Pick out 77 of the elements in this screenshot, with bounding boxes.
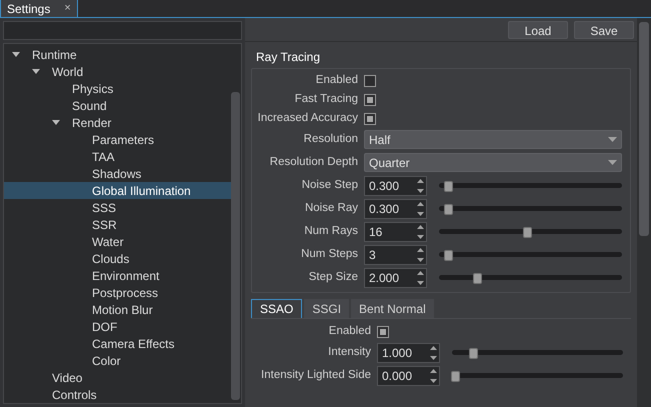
slider-handle[interactable] [473,272,482,284]
tree-item[interactable]: Render [4,114,231,131]
spin-arrows-icon[interactable] [417,202,424,216]
tree-item[interactable]: Controls [4,386,231,403]
slider-handle[interactable] [522,226,532,238]
number-input[interactable]: 0.300 [364,198,427,218]
expand-arrow-icon[interactable] [12,52,20,57]
field-label: Num Rays [303,224,358,239]
tree-item[interactable]: Parameters [4,131,231,148]
expand-arrow-icon[interactable] [32,69,40,74]
number-input[interactable]: 2.000 [364,268,427,288]
tree-item[interactable]: Color [4,352,231,369]
slider-handle[interactable] [468,348,478,358]
field-label: Enabled [328,324,371,339]
search-field[interactable] [3,21,242,40]
scrollbar-thumb[interactable] [639,22,649,236]
tree-item[interactable]: Runtime [4,46,231,63]
tree-item[interactable]: Camera Effects [4,335,231,352]
spin-arrows-icon[interactable] [430,368,437,382]
tree-item[interactable]: TAA [4,148,231,165]
slider-handle[interactable] [451,370,460,382]
checkbox[interactable] [364,112,376,124]
checkbox[interactable] [364,74,376,86]
dropdown[interactable]: Quarter [364,153,622,172]
checkbox[interactable] [364,94,376,106]
tree-item[interactable]: SSR [4,216,231,233]
field-label: Noise Step [300,178,358,193]
dropdown-arrow-icon[interactable] [608,160,617,165]
slider-handle[interactable] [444,250,454,260]
slider-handle[interactable] [444,204,454,214]
field-label: Increased Accuracy [256,110,358,126]
number-input[interactable]: 16 [364,222,427,242]
spin-arrows-icon[interactable] [417,270,424,284]
number-input[interactable]: 0.300 [364,176,427,196]
section-tab[interactable]: SSAO [251,299,302,318]
close-tab-button[interactable]: × [64,0,71,17]
checkbox[interactable] [377,326,389,338]
number-input[interactable]: 3 [364,244,427,264]
scrollbar-thumb[interactable] [231,92,240,400]
group-title: Ray Tracing [255,49,322,66]
tree-item[interactable]: World [4,63,231,80]
tree-item[interactable]: Clouds [4,250,231,267]
field-label: Noise Ray [304,200,358,216]
tree-item[interactable]: Water [4,233,231,250]
section-tab[interactable]: Bent Normal [351,299,434,318]
slider-handle[interactable] [444,180,454,192]
tree-item[interactable]: Physics [4,80,231,97]
dropdown-arrow-icon[interactable] [608,137,617,142]
tree-item[interactable]: Motion Blur [4,301,231,318]
number-input[interactable]: 1.000 [377,342,440,362]
tree-item[interactable]: Postprocess [4,284,231,301]
spin-arrows-icon[interactable] [430,346,437,360]
tree-item[interactable]: Shadows [4,165,231,182]
section-tab[interactable]: SSGI [304,299,350,318]
tree-item[interactable]: DOF [4,318,231,335]
tree-item[interactable]: Sound [4,97,231,114]
field-label: Intensity [327,344,371,360]
field-label: Step Size [308,270,358,285]
field-label: Resolution [302,132,358,147]
dropdown[interactable]: Half [364,130,622,149]
tree-item[interactable]: SSS [4,199,231,216]
field-label: Resolution Depth [268,154,358,170]
spin-arrows-icon[interactable] [417,224,424,238]
field-label: Intensity Lighted Side [260,368,371,383]
field-label: Enabled [314,72,358,88]
toolbar-button[interactable]: Save [574,20,634,38]
tree-item[interactable]: Global Illumination [4,182,231,199]
number-input[interactable]: 0.000 [377,366,440,386]
toolbar-button[interactable]: Load [508,20,568,38]
spin-arrows-icon[interactable] [417,178,424,192]
spin-arrows-icon[interactable] [417,248,424,262]
settings-tab[interactable]: Settings × [0,0,78,17]
tree-item[interactable]: Video [4,369,231,386]
tree-item[interactable]: Environment [4,267,231,284]
expand-arrow-icon[interactable] [52,120,60,125]
field-label: Num Steps [300,246,358,262]
field-label: Fast Tracing [294,92,358,107]
